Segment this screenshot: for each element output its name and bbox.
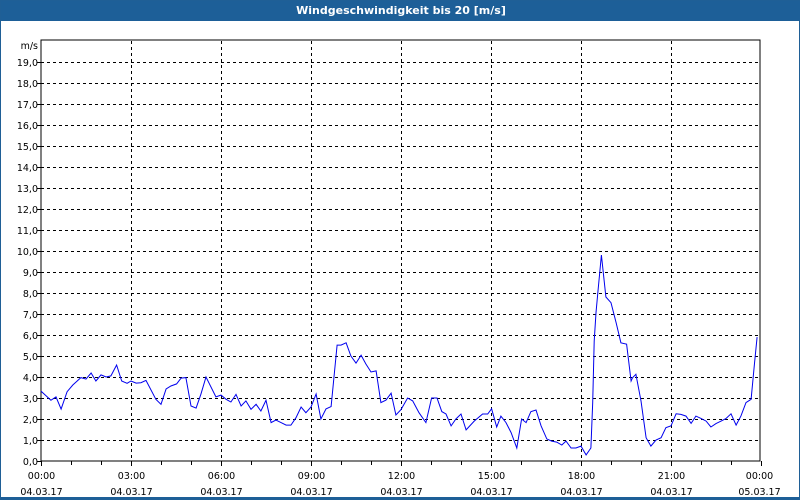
y-tick-label: 13,0: [17, 184, 38, 195]
y-tick-label: 4,0: [23, 373, 38, 384]
x-tick-time: 03:00: [118, 471, 145, 482]
y-tick-label: 9,0: [23, 268, 38, 279]
y-tick-label: 2,0: [23, 415, 38, 426]
y-tick-label: 15,0: [17, 142, 38, 153]
y-tick-label: 10,0: [17, 247, 38, 258]
x-tick-time: 09:00: [298, 471, 325, 482]
bottom-border: [1, 497, 800, 499]
x-tick-time: 15:00: [478, 471, 505, 482]
y-tick-label: 6,0: [23, 331, 38, 342]
y-tick-label: 0,0: [23, 457, 38, 468]
y-tick-label: 8,0: [23, 289, 38, 300]
y-tick-label: 7,0: [23, 310, 38, 321]
x-tick-time: 00:00: [28, 471, 55, 482]
y-tick-label: 17,0: [17, 100, 38, 111]
plot-frame: [40, 39, 761, 462]
y-axis: 0,0 1,0 2,0 3,0 4,0 5,0 6,0 7,0 8,0 9,0 10,0 11,0 12…: [17, 58, 41, 468]
x-tick-time: 06:00: [208, 471, 235, 482]
y-tick-label: 16,0: [17, 121, 38, 132]
y-tick-label: 14,0: [17, 163, 38, 174]
x-tick-time: 00:00: [746, 471, 773, 482]
y-tick-label: 12,0: [17, 205, 38, 216]
y-tick-label: 18,0: [17, 79, 38, 90]
x-tick-time: 18:00: [568, 471, 595, 482]
y-tick-label: 19,0: [17, 58, 38, 69]
series-line-windgeschwindigkeit: [40, 254, 758, 456]
y-tick-label: 11,0: [17, 226, 38, 237]
y-axis-label: m/s: [21, 41, 38, 52]
y-tick-label: 1,0: [23, 436, 38, 447]
x-tick-time: 12:00: [388, 471, 415, 482]
x-tick-time: 21:00: [658, 471, 685, 482]
line-chart: m/s 0,0 1,0 2,0 3,0 4,0 5,0 6,0 7,0 8,0 9,0 10,0 11…: [17, 39, 781, 498]
grid: [41, 41, 760, 461]
y-tick-label: 3,0: [23, 394, 38, 405]
x-axis: 00:0004.03.1703:0004.03.1706:0004.03.170…: [20, 461, 781, 498]
y-tick-label: 5,0: [23, 352, 38, 363]
